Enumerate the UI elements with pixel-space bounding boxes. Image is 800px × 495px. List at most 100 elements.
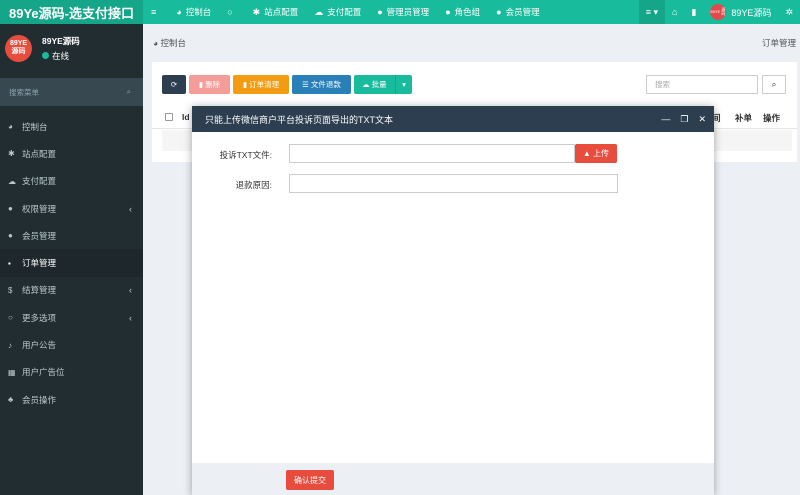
cloud-icon: ☁ bbox=[8, 176, 16, 186]
sidebar-item-settlement[interactable]: $ 结算管理 ‹ bbox=[0, 277, 143, 304]
column-fix-order: 补单 bbox=[735, 113, 753, 123]
top-right-nav: ≡ ▾ ⌂ ▮ 89YE 源码 89YE源码 ✲ bbox=[638, 0, 800, 24]
search-icon[interactable]: ⌕ bbox=[127, 87, 131, 97]
sidebar-item-announcements[interactable]: ♪ 用户公告 bbox=[0, 331, 143, 358]
breadcrumb: ◕ 控制台 订单管理 bbox=[143, 24, 800, 62]
column-operation: 操作 bbox=[763, 113, 781, 123]
topnav-dashboard[interactable]: ◕ 控制台 bbox=[168, 0, 219, 24]
sidebar-item-label: 结算管理 bbox=[22, 285, 57, 296]
delete-button[interactable]: ▮ 删除 bbox=[189, 75, 230, 94]
dialog-footer: 确认提交 bbox=[192, 463, 714, 495]
status-badge: 在线 bbox=[42, 50, 80, 62]
sidebar-item-more[interactable]: ○ 更多选项 ‹ bbox=[0, 304, 143, 331]
topnav-pay-config[interactable]: ☁ 支付配置 bbox=[306, 0, 369, 24]
sidebar-item-dashboard[interactable]: ◕ 控制台 bbox=[0, 113, 143, 140]
txt-file-input[interactable] bbox=[289, 144, 575, 163]
sidebar-item-permissions[interactable]: ● 权限管理 ‹ bbox=[0, 195, 143, 222]
column-id[interactable]: Id bbox=[182, 112, 190, 122]
menu-search-placeholder: 搜索菜单 bbox=[9, 87, 39, 97]
dialog-header[interactable]: 只能上传微信商户平台投诉页面导出的TXT文本 — ❐ ✕ bbox=[192, 106, 714, 132]
topnav-site-config[interactable]: ✱ 站点配置 bbox=[245, 0, 307, 24]
username-label: 89YE源码 bbox=[731, 7, 772, 18]
sidebar-item-label: 权限管理 bbox=[22, 203, 57, 214]
circle-icon: ○ bbox=[8, 313, 13, 323]
maximize-icon[interactable]: ❐ bbox=[680, 114, 688, 125]
chevron-left-icon: ‹ bbox=[129, 312, 132, 323]
select-all-checkbox[interactable] bbox=[165, 113, 173, 121]
brand-logo[interactable]: 89Ye源码-选支付接口 bbox=[0, 0, 143, 24]
minimize-icon[interactable]: — bbox=[661, 114, 670, 124]
topnav-role-group[interactable]: ● 角色组 bbox=[437, 0, 488, 24]
topnav-label: 管理员管理 bbox=[386, 7, 430, 17]
table-search-input[interactable]: 搜索 bbox=[646, 75, 758, 94]
sidebar-menu: ◕ 控制台 ✱ 站点配置 ☁ 支付配置 ● 权限管理 ‹ ● 会员管理 ▪ 订单管理 $ 结算管… bbox=[0, 113, 143, 413]
cloud-icon: ☁ bbox=[314, 6, 324, 17]
topnav-circle[interactable]: ○ bbox=[219, 0, 244, 24]
sidebar-item-site-config[interactable]: ✱ 站点配置 bbox=[0, 140, 143, 167]
sidebar-item-pay-config[interactable]: ☁ 支付配置 bbox=[0, 168, 143, 195]
home-icon: ⌂ bbox=[672, 7, 678, 17]
menu-search-input[interactable]: 搜索菜单 ⌕ bbox=[0, 78, 143, 106]
menu-dropdown-button[interactable]: ≡ ▾ bbox=[638, 0, 666, 24]
sidebar-item-member-ops[interactable]: ♣ 会员操作 bbox=[0, 386, 143, 413]
home-button[interactable]: ⌂ bbox=[665, 0, 684, 24]
sidebar-item-label: 会员管理 bbox=[22, 230, 57, 241]
confirm-submit-button[interactable]: 确认提交 bbox=[286, 470, 334, 490]
gear-icon: ✱ bbox=[252, 6, 261, 17]
user-name: 89YE源码 bbox=[42, 35, 80, 46]
topnav-label: 角色组 bbox=[454, 7, 481, 17]
user-icon: ● bbox=[496, 7, 502, 17]
sidebar-item-label: 控制台 bbox=[22, 121, 48, 132]
user-icon: ● bbox=[377, 7, 383, 17]
file-field-label: 投诉TXT文件: bbox=[219, 150, 272, 160]
avatar: 89YE 源码 bbox=[5, 34, 32, 62]
refund-reason-input[interactable] bbox=[289, 174, 618, 193]
circle-icon: ○ bbox=[227, 7, 233, 17]
dashboard-icon: ◕ bbox=[153, 38, 159, 48]
sidebar-item-ad-slots[interactable]: ▦ 用户广告位 bbox=[0, 359, 143, 386]
avatar: 89YE 源码 bbox=[710, 4, 727, 20]
sidebar-item-members[interactable]: ● 会员管理 bbox=[0, 222, 143, 249]
table-search-button[interactable]: ⌕ bbox=[762, 75, 786, 94]
sitemap-icon: ♣ bbox=[8, 395, 14, 405]
sidebar-item-label: 更多选项 bbox=[22, 312, 57, 323]
user-icon: ● bbox=[8, 231, 13, 241]
top-navbar: 89Ye源码-选支付接口 ≡ ◕ 控制台 ○ ✱ 站点配置 ☁ 支付配置 ● 管理员管理… bbox=[0, 0, 800, 24]
dialog-title: 只能上传微信商户平台投诉页面导出的TXT文本 bbox=[205, 114, 393, 125]
upload-button[interactable]: ▲ 上传 bbox=[575, 144, 617, 163]
dashboard-icon: ◕ bbox=[8, 122, 13, 132]
caret-down-icon[interactable]: ▾ bbox=[395, 75, 412, 94]
online-dot-icon bbox=[42, 52, 49, 59]
top-nav: ≡ ◕ 控制台 ○ ✱ 站点配置 ☁ 支付配置 ● 管理员管理 ● 角色组 ● 会员管理 bbox=[143, 0, 639, 24]
dashboard-icon: ◕ bbox=[176, 7, 182, 17]
order-clean-button[interactable]: ▮ 订单清理 bbox=[233, 75, 289, 94]
reason-field-label: 退款原因: bbox=[235, 180, 272, 190]
topnav-label: 控制台 bbox=[185, 7, 212, 17]
sidebar-toggle-button[interactable]: ≡ bbox=[143, 0, 168, 24]
file-refund-button[interactable]: ☰ 文件退款 bbox=[292, 75, 351, 94]
sidebar-item-label: 支付配置 bbox=[22, 176, 57, 187]
close-icon[interactable]: ✕ bbox=[698, 114, 706, 125]
users-icon: ● bbox=[8, 204, 13, 214]
sidebar-item-orders[interactable]: ▪ 订单管理 bbox=[0, 249, 143, 277]
user-panel: 89YE 源码 89YE源码 在线 bbox=[0, 24, 143, 72]
list-dropdown-icon: ≡ ▾ bbox=[645, 6, 659, 17]
user-menu[interactable]: 89YE 源码 89YE源码 bbox=[703, 0, 778, 24]
topnav-member-manage[interactable]: ● 会员管理 bbox=[488, 0, 547, 24]
batch-button[interactable]: ☁ 批量 ▾ bbox=[354, 75, 412, 94]
page-title: 订单管理 bbox=[761, 38, 796, 48]
hamburger-icon: ≡ bbox=[151, 7, 157, 17]
user-info: 89YE源码 在线 bbox=[42, 35, 80, 62]
settings-button[interactable]: ✲ bbox=[778, 0, 800, 24]
refresh-button[interactable]: ⟳ bbox=[162, 75, 186, 94]
clear-cache-button[interactable]: ▮ bbox=[684, 0, 703, 24]
topnav-label: 支付配置 bbox=[327, 7, 362, 17]
dollar-icon: $ bbox=[8, 285, 13, 295]
sidebar-item-label: 用户广告位 bbox=[22, 367, 65, 378]
breadcrumb-home[interactable]: ◕ 控制台 bbox=[153, 37, 186, 49]
chevron-left-icon: ‹ bbox=[129, 285, 132, 296]
refund-upload-dialog: 只能上传微信商户平台投诉页面导出的TXT文本 — ❐ ✕ 投诉TXT文件: ▲ … bbox=[192, 106, 714, 495]
bell-icon: ♪ bbox=[8, 340, 12, 350]
search-icon: ⌕ bbox=[771, 79, 777, 89]
topnav-admin-manage[interactable]: ● 管理员管理 bbox=[369, 0, 437, 24]
